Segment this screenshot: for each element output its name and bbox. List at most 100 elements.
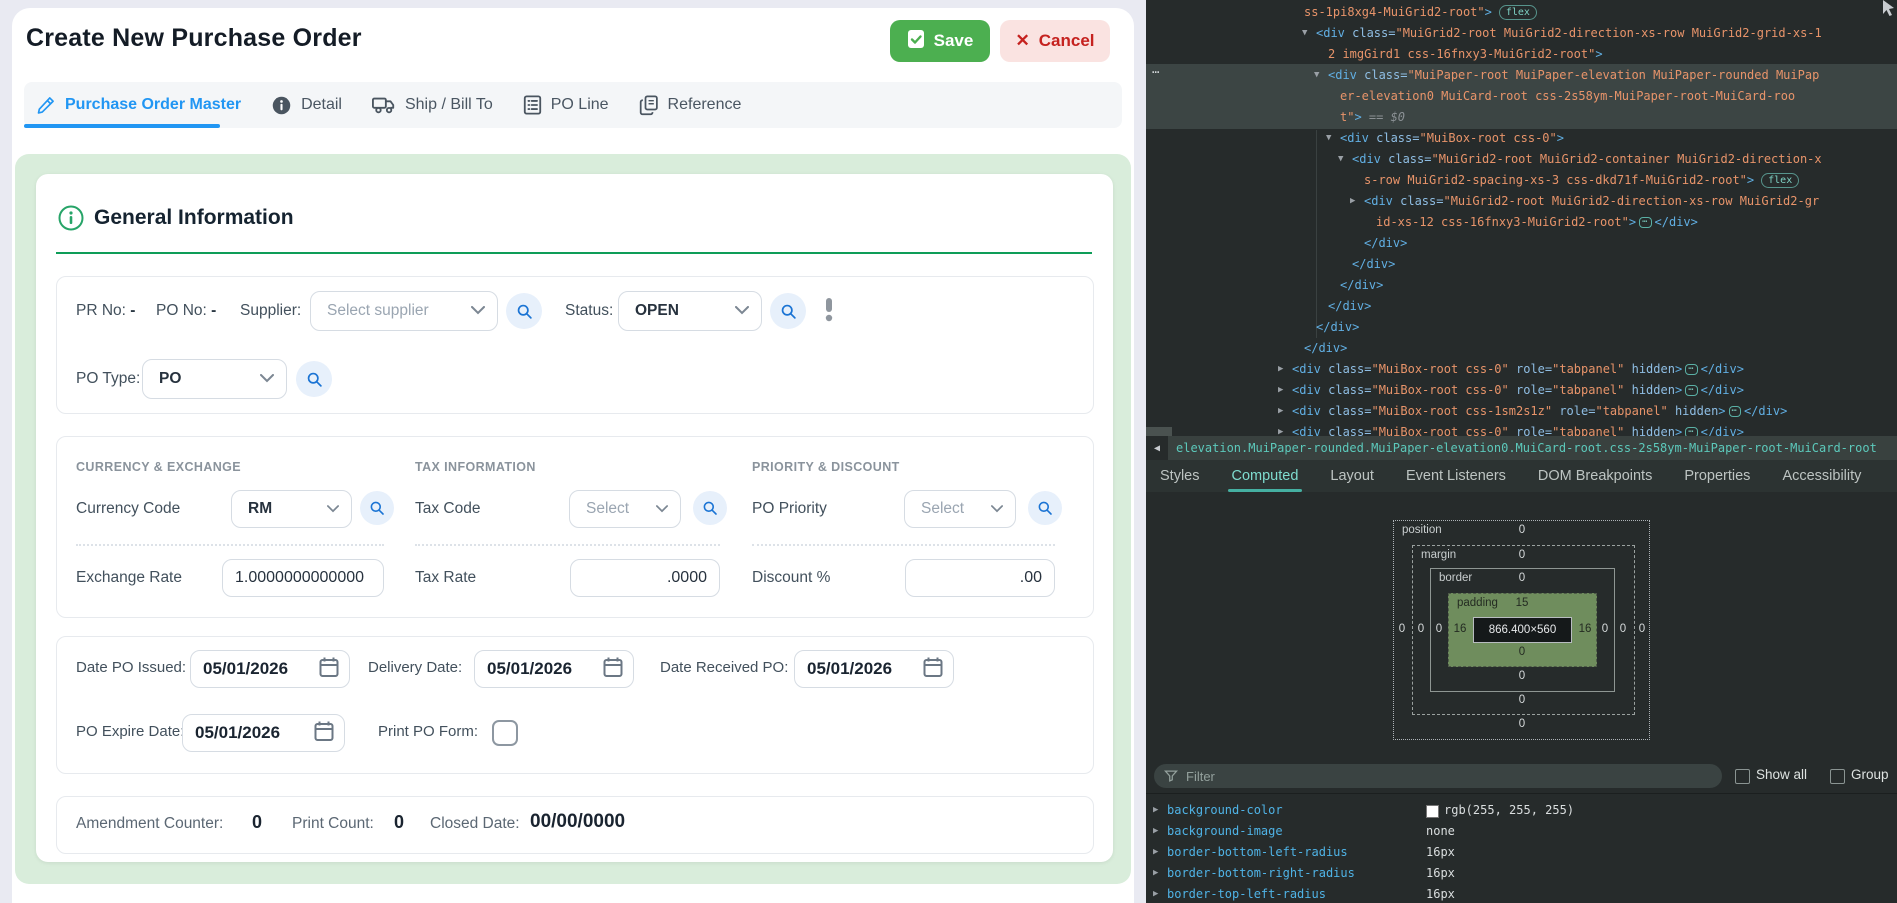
dom-tree-line[interactable]: </div> (1328, 296, 1371, 317)
show-all-checkbox[interactable] (1735, 769, 1750, 784)
tab-reference[interactable]: Reference (639, 95, 742, 116)
devtools-tab-dom-breakpoints[interactable]: DOM Breakpoints (1538, 460, 1652, 492)
code-segment: 2 imgGird1 css-16fnxy3-MuiGrid2-root" (1328, 47, 1595, 61)
dom-tree-line[interactable]: ▼<div class="MuiGrid2-root MuiGrid2-cont… (1352, 149, 1822, 170)
breadcrumb-scroll-left-button[interactable]: ◀ (1146, 436, 1168, 460)
ellipsis-expand-icon[interactable]: ⋯ (1685, 364, 1697, 375)
search-icon (780, 303, 797, 320)
devtools-tab-properties[interactable]: Properties (1684, 460, 1750, 492)
tab-po-line[interactable]: PO Line (523, 95, 609, 115)
tab-purchase-order-master[interactable]: Purchase Order Master (36, 95, 241, 115)
expand-closed-icon[interactable]: ▶ (1278, 422, 1283, 436)
info-icon (271, 95, 292, 116)
horizontal-scrollbar-thumb[interactable] (1146, 427, 1172, 436)
code-segment: </div> (1364, 236, 1407, 250)
expand-open-icon[interactable]: ▼ (1314, 65, 1319, 86)
status-search-button[interactable] (770, 293, 806, 329)
dom-tree-line[interactable]: </div> (1352, 254, 1395, 275)
expand-closed-icon[interactable]: ▶ (1278, 380, 1283, 401)
tab-ship-bill-to[interactable]: Ship / Bill To (372, 95, 493, 115)
expand-closed-icon[interactable]: ▶ (1350, 191, 1355, 212)
expand-closed-icon[interactable]: ▶ (1278, 401, 1283, 422)
ellipsis-expand-icon[interactable]: ⋯ (1685, 427, 1697, 436)
color-swatch[interactable] (1426, 805, 1439, 818)
tax-rate-input[interactable]: .0000 (570, 559, 720, 597)
computed-property-row[interactable]: ▶border-bottom-left-radius16px (1146, 842, 1897, 863)
dom-tree-line[interactable]: er-elevation0 MuiCard-root css-2s58ym-Mu… (1340, 86, 1795, 107)
dom-tree-line[interactable]: id-xs-12 css-16fnxy3-MuiGrid2-root">⋯</d… (1376, 212, 1698, 233)
devtools-tab-computed[interactable]: Computed (1232, 460, 1299, 492)
dom-tree-line[interactable]: </div> (1316, 317, 1359, 338)
date-po-issued-input[interactable]: 05/01/2026 (190, 650, 350, 688)
dom-tree-line[interactable]: ▼<div class="MuiBox-root css-0"> (1340, 128, 1564, 149)
expand-open-icon[interactable]: ▼ (1338, 149, 1343, 170)
currency-search-button[interactable] (360, 491, 394, 525)
date-received-po-input[interactable]: 05/01/2026 (794, 650, 954, 688)
tax-code-search-button[interactable] (693, 491, 727, 525)
expand-open-icon[interactable]: ▼ (1302, 23, 1307, 44)
delivery-date-input[interactable]: 05/01/2026 (474, 650, 634, 688)
expand-closed-icon[interactable]: ▶ (1153, 842, 1158, 863)
padding-left: 16 (1454, 623, 1467, 635)
devtools-tab-layout[interactable]: Layout (1330, 460, 1374, 492)
po-type-search-button[interactable] (296, 361, 332, 397)
expand-open-icon[interactable]: ▼ (1326, 128, 1331, 149)
status-select[interactable]: OPEN (618, 291, 762, 331)
print-po-form-checkbox[interactable] (492, 720, 518, 746)
dom-tree-line[interactable]: ▶<div class="MuiBox-root css-0" role="ta… (1292, 359, 1744, 380)
dom-tree-line[interactable]: ▶<div class="MuiBox-root css-0" role="ta… (1292, 422, 1744, 436)
devtools-tab-event-listeners[interactable]: Event Listeners (1406, 460, 1506, 492)
ellipsis-expand-icon[interactable]: ⋯ (1639, 217, 1651, 228)
code-segment: <div (1316, 26, 1345, 40)
po-expire-date-input[interactable]: 05/01/2026 (182, 714, 345, 752)
chevron-down-icon (260, 370, 274, 388)
expand-closed-icon[interactable]: ▶ (1278, 359, 1283, 380)
dom-tree-line[interactable]: ▼<div class="MuiPaper-root MuiPaper-elev… (1328, 65, 1819, 86)
discount-input[interactable]: .00 (905, 559, 1055, 597)
devtools-tab-styles[interactable]: Styles (1160, 460, 1200, 492)
po-priority-search-button[interactable] (1028, 491, 1062, 525)
code-segment: > (1747, 173, 1754, 187)
cancel-button[interactable]: ✕ Cancel (1000, 20, 1110, 62)
devtools-tab-bar: Styles Computed Layout Event Listeners DOM B… (1146, 460, 1897, 492)
selected-line-gutter-dots[interactable]: ⋯ (1152, 65, 1159, 79)
computed-property-row[interactable]: ▶border-top-left-radius16px (1146, 884, 1897, 903)
dom-tree-line[interactable]: ▼<div class="MuiGrid2-root MuiGrid2-dire… (1316, 23, 1822, 44)
po-type-select[interactable]: PO (142, 359, 287, 399)
exchange-rate-input[interactable]: 1.0000000000000 (222, 559, 384, 597)
po-priority-select[interactable]: Select (904, 490, 1016, 528)
dom-tree-line[interactable]: ss-1pi8xg4-MuiGrid2-root">flex (1304, 2, 1537, 23)
section-divider (56, 252, 1092, 254)
expand-closed-icon[interactable]: ▶ (1153, 884, 1158, 903)
dom-tree-line[interactable]: ▶<div class="MuiGrid2-root MuiGrid2-dire… (1364, 191, 1819, 212)
dom-tree-line[interactable]: </div> (1364, 233, 1407, 254)
save-button[interactable]: Save (890, 20, 990, 62)
dom-tree-line[interactable]: t"> == $0 (1340, 107, 1405, 128)
expand-closed-icon[interactable]: ▶ (1153, 821, 1158, 842)
po-expire-date-label: PO Expire Date: (76, 722, 184, 742)
group-checkbox[interactable] (1830, 769, 1845, 784)
dom-tree-line[interactable]: 2 imgGird1 css-16fnxy3-MuiGrid2-root"> (1328, 44, 1603, 65)
tax-code-select[interactable]: Select (569, 490, 681, 528)
ellipsis-expand-icon[interactable]: ⋯ (1729, 406, 1741, 417)
chevron-down-icon (735, 302, 749, 320)
computed-property-row[interactable]: ▶border-bottom-right-radius16px (1146, 863, 1897, 884)
expand-closed-icon[interactable]: ▶ (1153, 863, 1158, 884)
supplier-select[interactable]: Select supplier (310, 291, 498, 331)
dom-tree-line[interactable]: s-row MuiGrid2-spacing-xs-3 css-dkd71f-M… (1364, 170, 1799, 191)
computed-property-row[interactable]: ▶background-colorrgb(255, 255, 255) (1146, 800, 1897, 821)
computed-property-row[interactable]: ▶background-imagenone (1146, 821, 1897, 842)
devtools-tab-accessibility[interactable]: Accessibility (1782, 460, 1861, 492)
expand-closed-icon[interactable]: ▶ (1153, 800, 1158, 821)
code-segment: </div> (1316, 320, 1359, 334)
ellipsis-expand-icon[interactable]: ⋯ (1685, 385, 1697, 396)
breadcrumb-selector[interactable]: elevation.MuiPaper-rounded.MuiPaper-elev… (1176, 436, 1877, 460)
dom-tree-line[interactable]: ▶<div class="MuiBox-root css-0" role="ta… (1292, 380, 1744, 401)
dom-tree-line[interactable]: </div> (1304, 338, 1347, 359)
dom-tree-line[interactable]: ▶<div class="MuiBox-root css-1sm2s1z" ro… (1292, 401, 1787, 422)
dom-tree-line[interactable]: </div> (1340, 275, 1383, 296)
tab-detail[interactable]: Detail (271, 95, 342, 116)
filter-input[interactable]: Filter (1154, 764, 1722, 788)
currency-code-select[interactable]: RM (231, 490, 352, 528)
supplier-search-button[interactable] (506, 293, 542, 329)
